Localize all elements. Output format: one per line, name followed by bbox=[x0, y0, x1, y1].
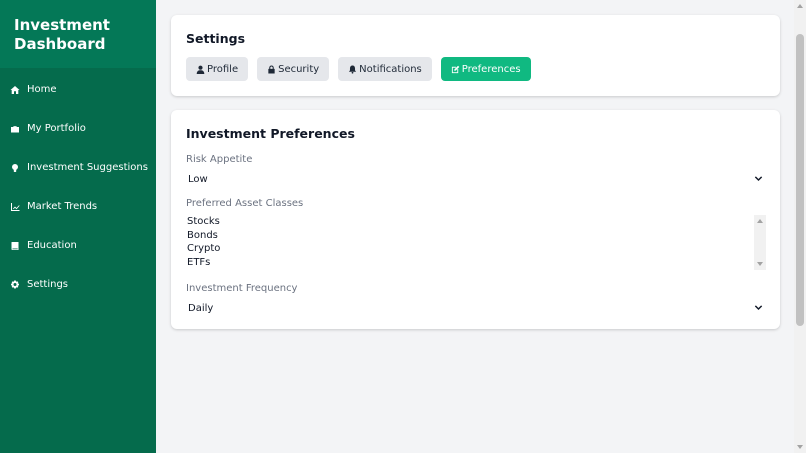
listbox-scrollbar[interactable] bbox=[754, 215, 766, 270]
investment-frequency-label: Investment Frequency bbox=[186, 283, 298, 294]
briefcase-icon bbox=[10, 124, 20, 134]
settings-card: Settings Profile Security Notifications … bbox=[171, 15, 780, 96]
preferences-card: Investment Preferences Risk Appetite Low… bbox=[171, 110, 780, 329]
chevron-down-icon bbox=[754, 174, 763, 183]
scrollbar-thumb[interactable] bbox=[796, 34, 804, 326]
gear-icon bbox=[10, 280, 20, 290]
lock-icon bbox=[268, 64, 275, 74]
tab-security[interactable]: Security bbox=[257, 57, 330, 81]
sidebar-nav: Home My Portfolio Investment Suggestions… bbox=[0, 68, 156, 304]
investment-frequency-select[interactable]: Daily bbox=[186, 299, 766, 317]
risk-appetite-select[interactable]: Low bbox=[186, 170, 766, 188]
tab-label: Security bbox=[278, 63, 320, 75]
sidebar-item-investment-suggestions[interactable]: Investment Suggestions bbox=[0, 148, 156, 187]
settings-tabs: Profile Security Notifications Preferenc… bbox=[186, 57, 540, 81]
book-icon bbox=[10, 241, 20, 251]
tab-notifications[interactable]: Notifications bbox=[338, 57, 432, 81]
sidebar-item-label: Investment Suggestions bbox=[27, 162, 148, 173]
sidebar-item-label: My Portfolio bbox=[27, 123, 86, 134]
risk-appetite-value: Low bbox=[188, 173, 208, 185]
sidebar-item-my-portfolio[interactable]: My Portfolio bbox=[0, 109, 156, 148]
sidebar-item-education[interactable]: Education bbox=[0, 226, 156, 265]
list-item[interactable]: Stocks bbox=[186, 215, 766, 229]
brand-line-1: Investment bbox=[14, 16, 110, 34]
sidebar-item-market-trends[interactable]: Market Trends bbox=[0, 187, 156, 226]
sidebar-item-label: Settings bbox=[27, 279, 69, 290]
asset-classes-listbox[interactable]: Stocks Bonds Crypto ETFs bbox=[186, 215, 766, 270]
tab-profile[interactable]: Profile bbox=[186, 57, 249, 81]
chart-line-icon bbox=[10, 202, 20, 212]
scroll-up-icon[interactable] bbox=[757, 219, 763, 223]
sidebar-item-label: Education bbox=[27, 240, 77, 251]
tab-preferences[interactable]: Preferences bbox=[440, 57, 531, 81]
investment-frequency-value: Daily bbox=[188, 302, 214, 314]
bell-icon bbox=[349, 64, 357, 74]
main-content: Settings Profile Security Notifications … bbox=[156, 0, 794, 453]
tab-label: Notifications bbox=[359, 63, 422, 75]
brand-title: Investment Dashboard bbox=[0, 0, 156, 68]
list-item[interactable]: ETFs bbox=[186, 256, 766, 270]
asset-classes-label: Preferred Asset Classes bbox=[186, 198, 304, 209]
user-icon bbox=[196, 65, 205, 74]
edit-icon bbox=[451, 65, 460, 73]
list-item[interactable]: Crypto bbox=[186, 242, 766, 256]
list-item[interactable]: Bonds bbox=[186, 229, 766, 243]
sidebar-item-label: Home bbox=[27, 84, 57, 95]
sidebar: Investment Dashboard Home My Portfolio I… bbox=[0, 0, 156, 453]
scroll-up-icon[interactable] bbox=[797, 4, 803, 8]
brand-line-2: Dashboard bbox=[14, 35, 106, 53]
sidebar-item-settings[interactable]: Settings bbox=[0, 265, 156, 304]
scroll-down-icon[interactable] bbox=[757, 262, 763, 266]
sidebar-item-label: Market Trends bbox=[27, 201, 98, 212]
risk-appetite-label: Risk Appetite bbox=[186, 154, 253, 165]
chevron-down-icon bbox=[754, 303, 763, 312]
lightbulb-icon bbox=[10, 163, 20, 173]
sidebar-item-home[interactable]: Home bbox=[0, 70, 156, 109]
page-scrollbar[interactable] bbox=[794, 0, 806, 453]
tab-label: Preferences bbox=[461, 63, 521, 75]
scroll-down-icon[interactable] bbox=[797, 445, 803, 449]
preferences-title: Investment Preferences bbox=[186, 126, 355, 141]
home-icon bbox=[10, 85, 20, 95]
tab-label: Profile bbox=[207, 63, 239, 75]
settings-title: Settings bbox=[186, 31, 246, 46]
